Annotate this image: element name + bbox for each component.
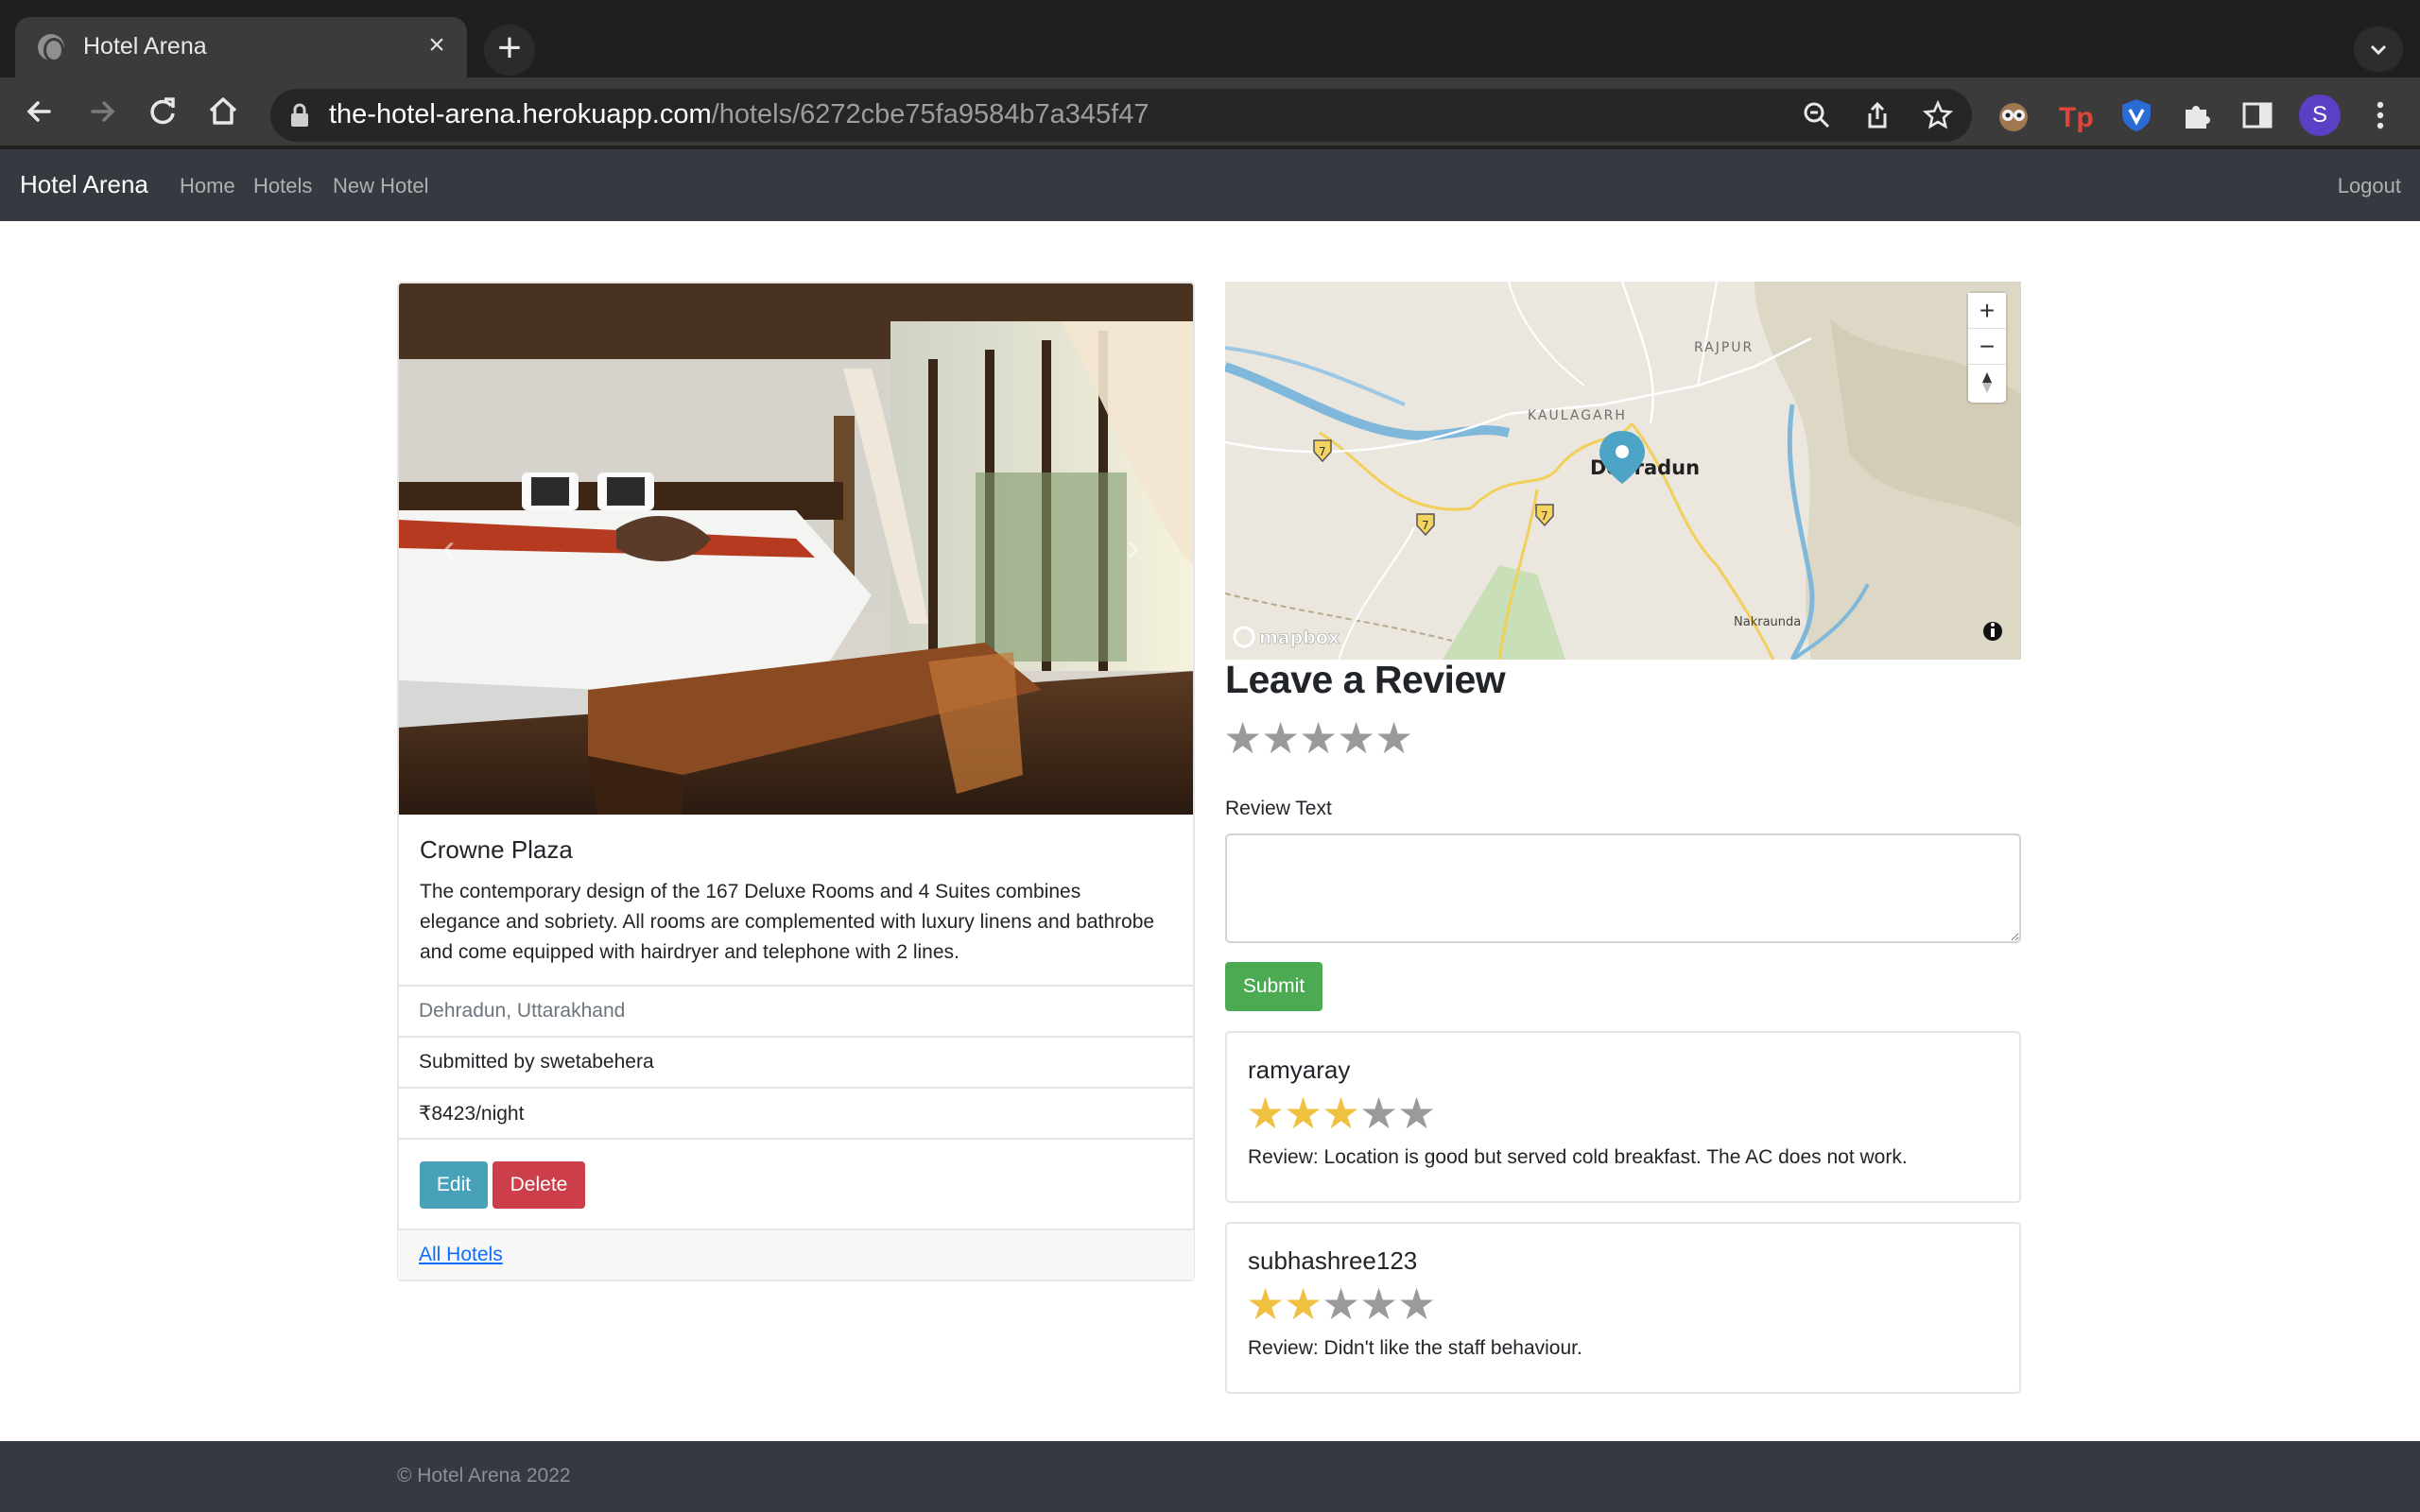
hotel-price: ₹8423/night [419, 1103, 525, 1125]
back-button[interactable] [19, 91, 60, 132]
carousel-prev-icon[interactable]: ‹ [442, 527, 455, 570]
nav-link-hotels[interactable]: Hotels [253, 174, 312, 198]
hotel-name: Crowne Plaza [420, 835, 573, 864]
extensions-puzzle-icon[interactable] [2178, 96, 2216, 134]
nav-link-home[interactable]: Home [180, 174, 235, 198]
chevron-down-icon [2370, 44, 2387, 56]
star-icon: ★ [1246, 1089, 1286, 1138]
map-label-nakraunda: Nakraunda [1734, 615, 1801, 629]
address-bar[interactable]: the-hotel-arena.herokuapp.com/hotels/627… [270, 89, 1972, 142]
close-tab-icon[interactable]: × [420, 28, 454, 62]
review-text-input[interactable] [1225, 833, 2021, 943]
star-icon[interactable]: ★ [1223, 716, 1262, 760]
hotel-location-map[interactable]: RAJPUR KAULAGARH Dehradun Nakraunda 7 7 … [1225, 282, 2021, 660]
hotel-location: Dehradun, Uttarakhand [419, 1000, 626, 1022]
hotel-card-footer: All Hotels [398, 1228, 1194, 1280]
star-icon[interactable]: ★ [1337, 716, 1375, 760]
footer-copyright: © Hotel Arena 2022 [397, 1465, 571, 1486]
submit-review-button[interactable]: Submit [1225, 962, 1322, 1011]
globe-icon [38, 34, 64, 62]
review-text: Review: Didn't like the staff behaviour. [1248, 1337, 1582, 1359]
share-icon[interactable] [1862, 100, 1893, 130]
star-icon: ★ [1322, 1280, 1361, 1329]
star-icon: ★ [1246, 1280, 1286, 1329]
star-icon: ★ [1397, 1280, 1437, 1329]
extension-tp-icon[interactable]: Tp [2057, 96, 2095, 134]
info-icon[interactable] [1983, 622, 2002, 641]
review-author: ramyaray [1248, 1056, 1351, 1084]
hotel-submitted-by: Submitted by swetabehera [419, 1051, 654, 1073]
review-text: Review: Location is good but served cold… [1248, 1146, 1908, 1168]
map-label-rajpur: RAJPUR [1694, 340, 1754, 355]
star-icon: ★ [1397, 1089, 1437, 1138]
tab-search-button[interactable] [2354, 26, 2403, 72]
zoom-out-button[interactable]: − [1968, 329, 2006, 365]
extension-shield-icon[interactable] [2118, 96, 2155, 134]
svg-text:mapbox: mapbox [1259, 627, 1340, 648]
url-path: /hotels/6272cbe75fa9584b7a345f47 [711, 99, 1150, 129]
arrow-left-icon [26, 101, 51, 122]
star-icon: ★ [1322, 1089, 1361, 1138]
hotel-submitted-row: Submitted by swetabehera [398, 1036, 1194, 1087]
reload-icon [150, 97, 175, 125]
svg-text:7: 7 [1319, 445, 1326, 458]
extension-owl-icon[interactable] [1995, 96, 2032, 134]
arrow-right-icon [91, 101, 115, 122]
lock-icon [291, 103, 308, 127]
review-text-label: Review Text [1225, 798, 1332, 819]
browser-tab[interactable]: Hotel Arena × [15, 17, 467, 77]
profile-avatar[interactable]: S [2299, 94, 2341, 136]
home-icon [209, 97, 237, 125]
carousel-next-icon[interactable]: › [1127, 527, 1139, 570]
star-icon: ★ [1284, 1089, 1323, 1138]
map-zoom-controls: + − [1968, 293, 2006, 403]
hotel-location-row: Dehradun, Uttarakhand [398, 985, 1194, 1036]
compass-button[interactable] [1968, 365, 2006, 401]
review-card: subhashree123 ★ ★ ★ ★ ★ Review: Didn't l… [1225, 1222, 2021, 1394]
map-label-kaulagarh: KAULAGARH [1528, 408, 1627, 423]
reload-button[interactable] [142, 91, 183, 132]
zoom-icon[interactable] [1802, 100, 1832, 130]
delete-button[interactable]: Delete [493, 1161, 585, 1209]
star-icon: ★ [1284, 1280, 1323, 1329]
hotel-price-row: ₹8423/night [398, 1087, 1194, 1138]
browser-tab-strip: Hotel Arena × + [0, 0, 2420, 77]
star-icon[interactable]: ★ [1374, 716, 1413, 760]
zoom-in-button[interactable]: + [1968, 293, 2006, 329]
menu-kebab-icon[interactable] [2361, 96, 2399, 134]
forward-button[interactable] [81, 91, 123, 132]
bookmark-star-icon[interactable] [1923, 100, 1953, 130]
site-footer: © Hotel Arena 2022 [0, 1441, 2420, 1512]
edit-button[interactable]: Edit [420, 1161, 488, 1209]
review-author: subhashree123 [1248, 1246, 1418, 1275]
site-navbar: Hotel Arena Home Hotels New Hotel Logout [0, 149, 2420, 221]
tab-title: Hotel Arena [83, 33, 207, 60]
hotel-image-carousel: ‹ › [399, 284, 1193, 815]
map-tiles: RAJPUR KAULAGARH Dehradun Nakraunda 7 7 … [1225, 282, 2021, 660]
svg-text:7: 7 [1422, 519, 1429, 532]
new-tab-button[interactable]: + [484, 25, 535, 76]
hotel-description: The contemporary design of the 167 Delux… [420, 881, 1155, 963]
review-card: ramyaray ★ ★ ★ ★ ★ Review: Location is g… [1225, 1031, 2021, 1203]
svg-text:Tp: Tp [2059, 102, 2094, 133]
star-icon: ★ [1359, 1280, 1399, 1329]
svg-text:7: 7 [1541, 509, 1548, 523]
review-heading: Leave a Review [1225, 658, 1506, 701]
nav-link-new-hotel[interactable]: New Hotel [333, 174, 428, 198]
star-icon: ★ [1359, 1089, 1399, 1138]
url-text: the-hotel-arena.herokuapp.com/hotels/627… [329, 99, 1149, 130]
side-panel-icon[interactable] [2238, 96, 2276, 134]
all-hotels-link[interactable]: All Hotels [419, 1244, 503, 1266]
hotel-room-photo [399, 284, 1193, 815]
url-host: the-hotel-arena.herokuapp.com [329, 99, 712, 129]
nav-link-logout[interactable]: Logout [2338, 174, 2401, 198]
compass-icon [1982, 372, 1992, 393]
navbar-brand[interactable]: Hotel Arena [20, 170, 148, 199]
star-icon[interactable]: ★ [1261, 716, 1300, 760]
star-icon[interactable]: ★ [1299, 716, 1338, 760]
home-button[interactable] [202, 91, 244, 132]
